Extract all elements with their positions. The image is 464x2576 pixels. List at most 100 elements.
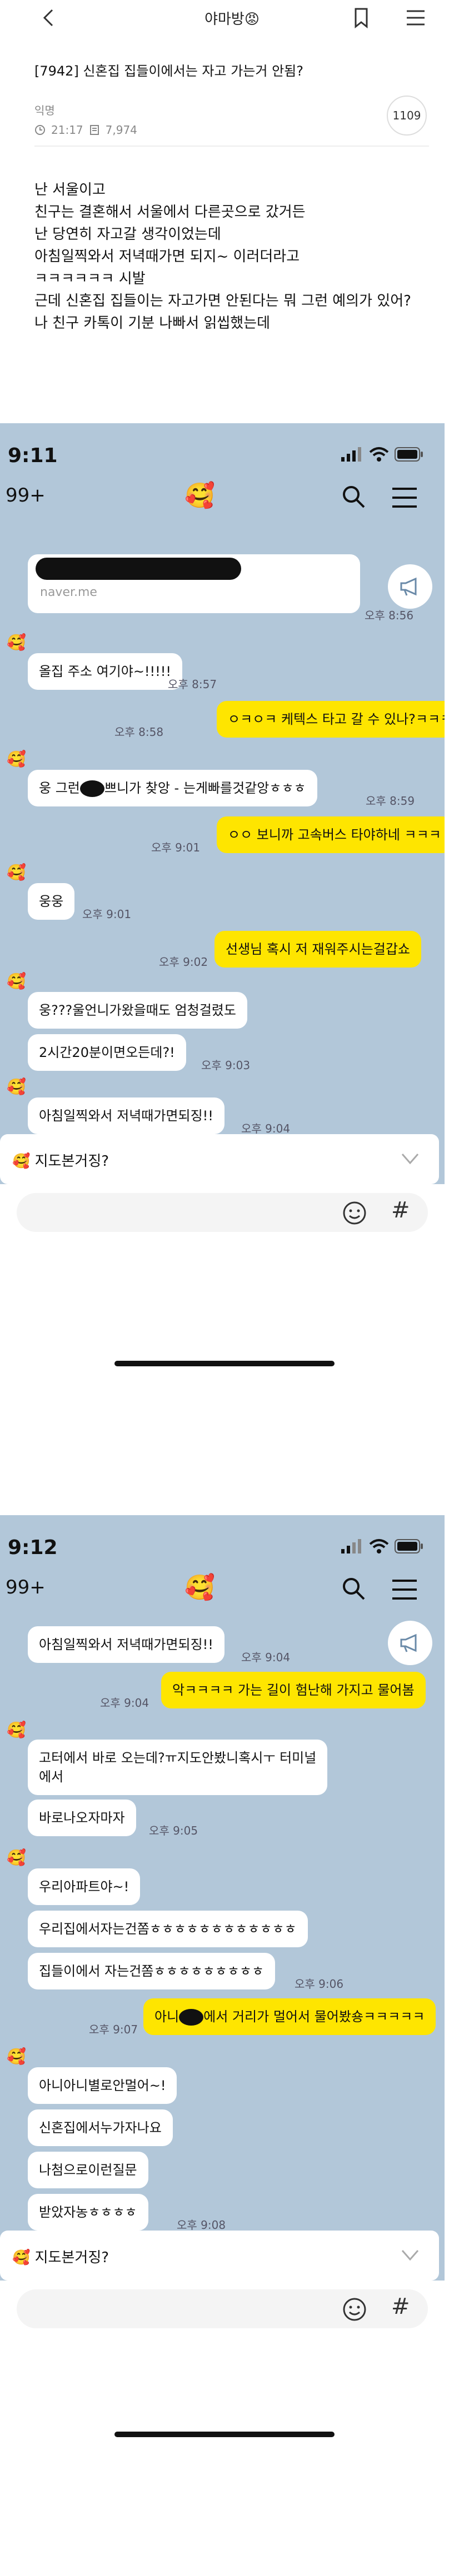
message-time: 오후 9:01 [82, 908, 132, 921]
profile-emoji: 🥰 [12, 2249, 35, 2266]
message-text: 웅 그런 [39, 780, 80, 796]
message-bubble: 나첨으로이런질문 [28, 2152, 148, 2188]
message-text: 아니 [154, 2009, 179, 2024]
profile-emoji: 🥰 [7, 750, 26, 768]
chat-navbar: 99+ 🥰 [0, 1571, 445, 1610]
suggestion-bar[interactable]: 🥰 지도본거징? [0, 2231, 439, 2281]
search-icon[interactable] [341, 484, 366, 509]
message-bubble-me: 아니 에서 거리가 멀어서 물어봤숑ㅋㅋㅋㅋㅋ [143, 1998, 436, 2035]
suggestion-label: 지도본거징? [34, 2249, 109, 2266]
chat-title-emoji: 🥰 [184, 482, 215, 510]
post-line: 난 당연히 자고갈 생각이었는데 [34, 226, 221, 243]
battery-icon [395, 447, 423, 462]
post-line: 친구는 결혼해서 서울에서 다른곳으로 갔거든 [34, 204, 306, 220]
board-title: 야마방😡 [204, 11, 260, 28]
megaphone-icon [400, 1633, 417, 1652]
message-bubble: 아니아니별로안멀어~! [28, 2067, 177, 2104]
hash-icon[interactable]: # [391, 2294, 410, 2319]
comment-count-button[interactable]: 1109 [387, 96, 427, 136]
chat-input-area: # [0, 1184, 445, 1245]
profile-emoji: 🥰 [7, 2047, 26, 2066]
message-bubble: 신혼집에서누가자나요 [28, 2109, 173, 2146]
megaphone-icon [400, 577, 417, 596]
post-line: ㅋㅋㅋㅋㅋㅋ 시발 [34, 270, 146, 287]
message-bubble: 우리집에서자는건쫌ㅎㅎㅎㅎㅎㅎㅎㅎㅎㅎㅎㅎ [28, 1911, 308, 1947]
chevron-down-icon[interactable] [400, 2247, 420, 2263]
message-bubble: 받았자농ㅎㅎㅎㅎ [28, 2194, 148, 2231]
signal-icon [341, 1539, 361, 1553]
post-title: [7942] 신혼집 집들이에서는 자고 가는거 안됨? [34, 63, 303, 79]
hash-icon[interactable]: # [391, 1197, 410, 1223]
message-bubble-me: 악ㅋㅋㅋㅋ 가는 길이 험난해 가지고 물어봄 [161, 1672, 426, 1708]
message-text: 쁘니가 찾앙 - 는게빠를것같앙ㅎㅎㅎ [104, 780, 306, 796]
post-time: 21:17 [51, 123, 83, 137]
chat-input-area: # [0, 2281, 445, 2342]
unread-count[interactable]: 99+ [6, 484, 46, 507]
unread-count[interactable]: 99+ [6, 1576, 46, 1598]
hamburger-icon[interactable] [391, 1578, 418, 1601]
post-body: 난 서울이고 친구는 결혼해서 서울에서 다른곳으로 갔거든 난 당연히 자고갈… [34, 179, 446, 334]
post-header: [7942] 신혼집 집들이에서는 자고 가는거 안됨? 익명 21:17 7,… [34, 60, 435, 137]
status-bar: 9:12 [0, 1515, 445, 1560]
message-bubble: 아침일찍와서 저녁때가면되징!! [28, 1626, 224, 1663]
divider [34, 146, 429, 147]
profile-emoji: 🥰 [7, 1077, 26, 1096]
profile-emoji: 🥰 [7, 633, 26, 651]
message-bubble: 웅???울언니가왔을때도 엄청걸렸도 [28, 992, 247, 1029]
status-time: 9:12 [8, 1536, 58, 1559]
wifi-icon [369, 447, 389, 462]
message-time: 오후 9:04 [241, 1651, 291, 1664]
link-preview-card[interactable]: naver.me [28, 554, 360, 613]
search-icon[interactable] [341, 1576, 366, 1601]
chat-screenshot-2: 9:12 99+ 🥰 아침일찍와서 저녁때가면되징!! 오후 9:04 악ㅋㅋㅋ… [0, 1515, 445, 2499]
post-views: 7,974 [105, 123, 137, 137]
screen-bottom [0, 2342, 445, 2499]
message-time: 오후 8:58 [114, 725, 164, 739]
chevron-down-icon[interactable] [400, 1151, 420, 1166]
message-time: 오후 9:04 [241, 1122, 291, 1135]
chat-screenshot-1: 9:11 99+ 🥰 naver.me 오후 8:56 🥰 올집 주소 여기야~… [0, 423, 445, 1433]
redaction-mark [179, 2009, 204, 2026]
post-meta: 21:17 7,974 [34, 123, 435, 137]
menu-icon[interactable] [405, 8, 427, 28]
message-bubble: 바로나오자마자 [28, 1800, 136, 1836]
notice-button[interactable] [388, 1621, 432, 1665]
app-header: 야마방😡 [0, 0, 464, 36]
wifi-icon [369, 1539, 389, 1553]
notice-button[interactable] [388, 564, 432, 609]
clock-icon [35, 125, 45, 135]
profile-emoji: 🥰 [12, 1153, 35, 1170]
battery-icon [395, 1539, 423, 1553]
screen-bottom [0, 1245, 445, 1433]
suggestion-bar[interactable]: 🥰 지도본거징? [0, 1134, 439, 1184]
message-bubble: 집들이에서 자는건쫌ㅎㅎㅎㅎㅎㅎㅎㅎㅎ [28, 1953, 276, 1989]
status-time: 9:11 [8, 444, 58, 467]
post-line: 나 친구 카톡이 기분 나빠서 읽씹했는데 [34, 315, 271, 332]
signal-icon [341, 447, 361, 462]
message-bubble-me: ㅇㅋㅇㅋ 케텍스 타고 갈 수 있나?ㅋㅋㅋ [217, 701, 445, 738]
message-time: 오후 9:05 [149, 1824, 198, 1837]
message-time: 오후 9:06 [295, 1977, 344, 1991]
message-time: 오후 9:03 [201, 1059, 251, 1072]
message-bubble: 우리아파트야~! [28, 1868, 141, 1905]
message-bubble: 웅 그런 쁘니가 찾앙 - 는게빠를것같앙ㅎㅎㅎ [28, 770, 317, 806]
bookmark-icon[interactable] [351, 7, 371, 29]
message-text: 에서 거리가 멀어서 물어봤숑ㅋㅋㅋㅋㅋ [203, 2009, 425, 2024]
message-bubble-me: 선생님 혹시 저 재워주시는걸갑쇼 [214, 931, 422, 968]
hamburger-icon[interactable] [391, 487, 418, 509]
post-line: 난 서울이고 [34, 182, 106, 198]
post-line: 아침일찍와서 저녁때가면 되지~ 이러더라고 [34, 248, 300, 265]
message-time: 오후 9:08 [177, 2218, 226, 2232]
message-time: 오후 8:56 [365, 609, 414, 622]
chat-title-emoji: 🥰 [184, 1573, 215, 1602]
message-time: 오후 9:02 [159, 955, 208, 969]
suggestion-label: 지도본거징? [34, 1153, 109, 1170]
link-url: naver.me [40, 585, 97, 599]
message-time: 오후 9:01 [151, 841, 201, 854]
message-bubble: 올집 주소 여기야~!!!!! [28, 653, 183, 690]
emoji-icon[interactable] [342, 2297, 367, 2322]
message-bubble: 2시간20분이면오든데?! [28, 1034, 186, 1071]
emoji-icon[interactable] [342, 1201, 367, 1225]
message-bubble-me: ㅇㅇ 보니까 고속버스 타야하네 ㅋㅋㅋ [217, 816, 445, 853]
message-time: 오후 8:59 [366, 794, 415, 808]
